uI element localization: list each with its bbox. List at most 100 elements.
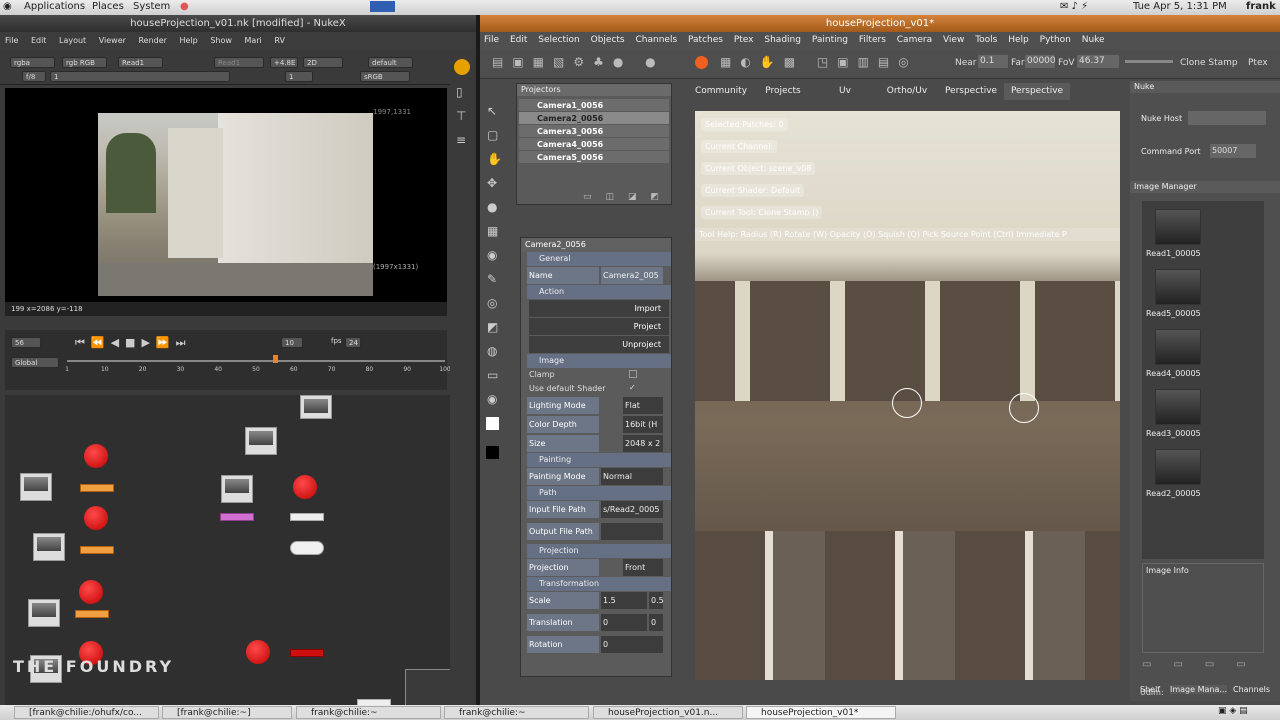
project-node[interactable] xyxy=(80,546,114,554)
mari-menu-help[interactable]: Help xyxy=(1008,35,1029,45)
time-ruler[interactable] xyxy=(67,360,445,362)
paint-tool-icon[interactable] xyxy=(695,56,708,69)
projector-actions[interactable]: ▭◫◪◩ xyxy=(583,192,673,202)
firefox-icon[interactable]: ● xyxy=(180,1,189,12)
clock[interactable]: Tue Apr 5, 1:31 PM xyxy=(1133,1,1227,12)
tab-projects[interactable]: Projects xyxy=(752,83,814,100)
tab-ortho-uv[interactable]: Ortho/Uv xyxy=(876,83,938,100)
translation-y-field[interactable]: 0 xyxy=(649,614,663,631)
nuke-viewer[interactable]: 1997,1331 (1997x1331) 199 x=2086 y=-118 xyxy=(5,88,447,316)
image-thumb[interactable] xyxy=(1155,449,1201,485)
task-mari[interactable]: houseProjection_v01* xyxy=(746,706,896,719)
rgb-dropdown[interactable]: rgb RGB xyxy=(62,57,107,68)
projector-item[interactable]: Camera3_0056 xyxy=(519,125,669,138)
read-node[interactable] xyxy=(20,473,52,501)
read-node[interactable] xyxy=(33,533,65,561)
use-default-shader-checkbox[interactable]: ✓ xyxy=(629,383,636,392)
mari-menu-camera[interactable]: Camera xyxy=(897,35,932,45)
project-button[interactable]: Project xyxy=(529,318,669,335)
mari-menu-channels[interactable]: Channels xyxy=(636,35,678,45)
one-field[interactable]: 1 xyxy=(285,71,313,82)
projector-item[interactable]: Camera5_0056 xyxy=(519,151,669,164)
lighting-dropdown[interactable]: Flat xyxy=(623,397,663,414)
current-frame-field[interactable]: 56 xyxy=(11,337,41,348)
mari-menu-objects[interactable]: Objects xyxy=(591,35,625,45)
import-button[interactable]: Import xyxy=(529,300,669,317)
camera-node[interactable] xyxy=(84,444,108,468)
menu-mari[interactable]: Mari xyxy=(244,36,261,45)
projection-dropdown[interactable]: Front xyxy=(623,559,663,576)
mari-menu-selection[interactable]: Selection xyxy=(538,35,579,45)
projector-item[interactable]: Camera1_0056 xyxy=(519,99,669,112)
task-nuke[interactable]: houseProjection_v01.n... xyxy=(593,706,743,719)
menu-file[interactable]: File xyxy=(5,36,18,45)
mari-menu-python[interactable]: Python xyxy=(1040,35,1071,45)
tool-icons[interactable]: ▤▣▦▧⚙♣● ● xyxy=(492,55,665,69)
painting-mode-dropdown[interactable]: Normal xyxy=(601,468,663,485)
mari-menu-patches[interactable]: Patches xyxy=(688,35,723,45)
command-port-field[interactable]: 50007 xyxy=(1210,144,1256,158)
tab-channels[interactable]: Channels xyxy=(1233,685,1270,694)
read-node[interactable] xyxy=(300,395,332,419)
mari-menu-edit[interactable]: Edit xyxy=(510,35,527,45)
b-input-dropdown[interactable]: Read1 xyxy=(214,57,264,68)
task-terminal-3[interactable]: frank@chilie:~ xyxy=(296,706,441,719)
unproject-button[interactable]: Unproject xyxy=(529,336,669,353)
taskbar-tray-icons[interactable]: ▣ ◈ ▤ xyxy=(1218,706,1248,716)
tab-perspective[interactable]: Perspective xyxy=(938,83,1004,100)
layers-icon[interactable]: ≡ xyxy=(456,133,470,147)
colorspace-dropdown[interactable]: sRGB xyxy=(360,71,410,82)
rotation-field[interactable]: 0 xyxy=(601,636,663,653)
image-thumb[interactable] xyxy=(1155,209,1201,245)
ptex-label[interactable]: Ptex xyxy=(1248,58,1268,68)
project-node[interactable] xyxy=(80,484,114,492)
section-path[interactable]: Path xyxy=(527,486,671,500)
write-node[interactable] xyxy=(290,649,324,657)
menu-viewer[interactable]: Viewer xyxy=(99,36,126,45)
depth-dropdown[interactable]: 16bit (H xyxy=(623,416,663,433)
frame-slider[interactable]: 1 xyxy=(50,71,230,82)
mari-menu-view[interactable]: View xyxy=(943,35,964,45)
clone-stamp-label[interactable]: Clone Stamp xyxy=(1180,58,1238,68)
menu-show[interactable]: Show xyxy=(210,36,232,45)
task-terminal-2[interactable]: [frank@chilie:~] xyxy=(162,706,292,719)
fov-field[interactable]: 46.37 xyxy=(1077,55,1119,68)
node-icon[interactable] xyxy=(454,59,470,75)
select-tool-icons[interactable]: ↖ ▢ ✋ ✥ ● ▦ ◉ ✎ ◎ ◩ ◍ ▭ ◉ xyxy=(487,99,502,411)
section-projection[interactable]: Projection xyxy=(527,544,671,558)
read-node[interactable] xyxy=(245,427,277,455)
camera-node[interactable] xyxy=(293,475,317,499)
read-node[interactable] xyxy=(221,475,253,503)
playhead[interactable] xyxy=(273,355,278,363)
lut-dropdown[interactable]: default xyxy=(368,57,413,68)
channels-dropdown[interactable]: rgba xyxy=(10,57,55,68)
clamp-checkbox[interactable] xyxy=(629,370,637,378)
mari-menu-nuke[interactable]: Nuke xyxy=(1082,35,1105,45)
name-field[interactable]: Camera2_005 xyxy=(601,267,663,284)
tab-perspective-active[interactable]: Perspective xyxy=(1004,83,1070,100)
timeline[interactable]: 56 ⏮⏪◀■▶⏩⏭ 10 fps 24 Global 1 10 20 30 40 50 6… xyxy=(5,330,451,390)
projector-item[interactable]: Camera4_0056 xyxy=(519,138,669,151)
paint-icon[interactable]: ▯ xyxy=(456,85,470,99)
filter-icon[interactable]: ⊤ xyxy=(456,109,470,123)
system-menu[interactable]: System xyxy=(133,1,170,12)
scene-node[interactable] xyxy=(290,513,324,521)
nuke-host-field[interactable] xyxy=(1188,111,1266,125)
camera-node[interactable] xyxy=(246,640,270,664)
menu-help[interactable]: Help xyxy=(180,36,198,45)
tab-community[interactable]: Community xyxy=(690,83,752,100)
render-node[interactable] xyxy=(290,541,324,555)
mari-menu-tools[interactable]: Tools xyxy=(975,35,997,45)
section-painting[interactable]: Painting xyxy=(527,453,671,467)
section-action[interactable]: Action xyxy=(527,285,671,299)
mari-menu-file[interactable]: File xyxy=(484,35,499,45)
applications-menu[interactable]: Applications xyxy=(24,1,85,12)
places-menu[interactable]: Places xyxy=(92,1,124,12)
user-name[interactable]: frank xyxy=(1246,1,1276,12)
section-general[interactable]: General xyxy=(527,252,671,266)
view-mode-dropdown[interactable]: 2D xyxy=(303,57,343,68)
apps-icon[interactable]: ◉ xyxy=(3,1,12,12)
fg-color-swatch[interactable] xyxy=(486,417,499,430)
a-input-dropdown[interactable]: Read1 xyxy=(118,57,163,68)
image-thumb[interactable] xyxy=(1155,329,1201,365)
